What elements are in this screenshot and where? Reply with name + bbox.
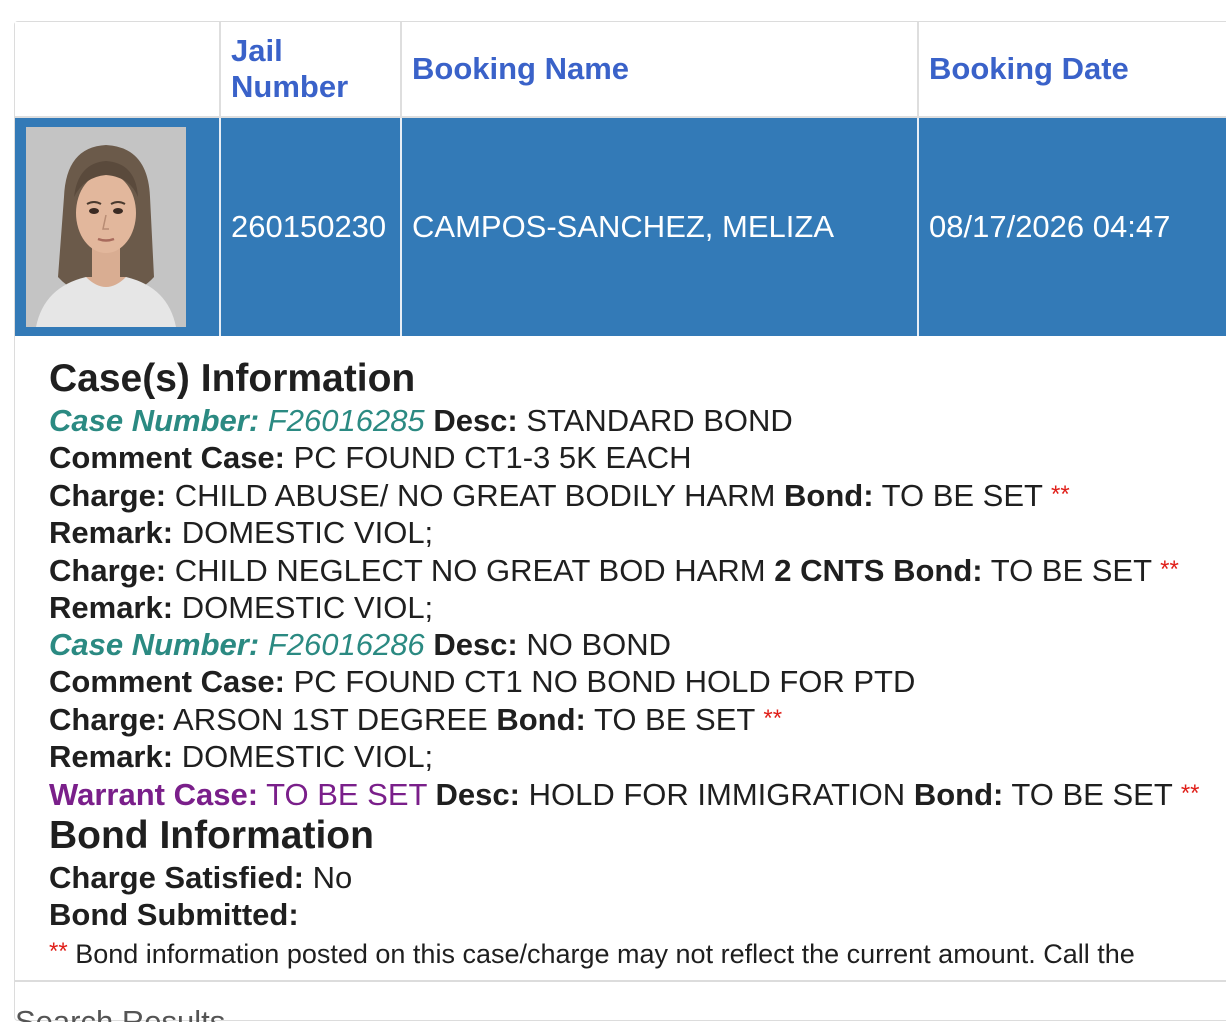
- booking-date-cell: 08/17/2026 04:47: [918, 117, 1226, 336]
- case-line: Case Number: F26016285 Desc: STANDARD BO…: [49, 402, 1226, 439]
- comment-label: Comment Case:: [49, 440, 285, 475]
- charge-satisfied-line: Charge Satisfied: No: [49, 859, 1226, 896]
- bond-label: Bond:: [893, 553, 983, 588]
- booking-photo[interactable]: [26, 127, 186, 327]
- bond-value: TO BE SET: [881, 478, 1043, 513]
- charge-label: Charge:: [49, 553, 167, 588]
- bond-note-marker: **: [763, 705, 783, 732]
- desc-value: NO BOND: [526, 627, 672, 662]
- charge-value: CHILD ABUSE/ NO GREAT BODILY HARM: [174, 478, 776, 513]
- charge-line: Charge: ARSON 1ST DEGREE Bond: TO BE SET…: [49, 700, 1226, 738]
- cases-title: Case(s) Information: [49, 357, 416, 400]
- bond-note-marker: **: [1180, 780, 1200, 807]
- bond-value: TO BE SET: [593, 702, 755, 737]
- remark-value: DOMESTIC VIOL;: [181, 590, 434, 625]
- charge-label: Charge:: [49, 702, 167, 737]
- warrant-case-value[interactable]: TO BE SET: [266, 777, 427, 812]
- booking-name-cell[interactable]: CAMPOS-SANCHEZ, MELIZA: [401, 117, 919, 336]
- booking-date-header[interactable]: Booking Date: [918, 22, 1226, 118]
- booking-name-header[interactable]: Booking Name: [401, 22, 919, 118]
- desc-value: HOLD FOR IMMIGRATION: [528, 777, 906, 812]
- case-number-label: Case Number:: [49, 627, 260, 662]
- bond-submitted-label: Bond Submitted:: [49, 897, 299, 932]
- table-header-row: Jail Number Booking Name Booking Date: [15, 22, 1226, 118]
- remark-line: Remark: DOMESTIC VIOL;: [49, 514, 1226, 551]
- case-number-label: Case Number:: [49, 403, 260, 438]
- bond-title: Bond Information: [49, 814, 374, 857]
- bond-label: Bond:: [496, 702, 586, 737]
- bond-submitted-line: Bond Submitted:: [49, 896, 1226, 933]
- remark-label: Remark:: [49, 515, 174, 550]
- comment-value: PC FOUND CT1-3 5K EACH: [293, 440, 692, 475]
- bond-note-text: Bond information posted on this case/cha…: [75, 939, 1135, 969]
- bond-value: TO BE SET: [1011, 777, 1173, 812]
- table-row[interactable]: 260150230 CAMPOS-SANCHEZ, MELIZA 08/17/2…: [15, 117, 1226, 336]
- remark-value: DOMESTIC VIOL;: [181, 739, 434, 774]
- photo-cell: [15, 117, 221, 336]
- bond-value: TO BE SET: [990, 553, 1152, 588]
- remark-value: DOMESTIC VIOL;: [181, 515, 434, 550]
- case-line: Case Number: F26016286 Desc: NO BOND: [49, 626, 1226, 663]
- comment-value: PC FOUND CT1 NO BOND HOLD FOR PTD: [293, 664, 916, 699]
- desc-label: Desc:: [435, 777, 520, 812]
- bond-label: Bond:: [784, 478, 874, 513]
- remark-line: Remark: DOMESTIC VIOL;: [49, 738, 1226, 775]
- bond-note-line: ** Bond information posted on this case/…: [49, 933, 1226, 973]
- charge-satisfied-value: No: [312, 860, 353, 895]
- remark-label: Remark:: [49, 590, 174, 625]
- charge-label: Charge:: [49, 478, 167, 513]
- remark-label: Remark:: [49, 739, 174, 774]
- warrant-case-label: Warrant Case:: [49, 777, 259, 812]
- page: Jail Number Booking Name Booking Date 26…: [0, 0, 1226, 1022]
- photo-column-header: [15, 22, 221, 118]
- details-section: Case(s) Information Case Number: F260162…: [49, 356, 1226, 973]
- desc-label: Desc:: [433, 403, 518, 438]
- bond-label: Bond:: [913, 777, 1004, 812]
- charge-counts: 2 CNTS: [774, 553, 885, 588]
- case-number-link[interactable]: F26016286: [268, 627, 425, 662]
- desc-value: STANDARD BOND: [526, 403, 793, 438]
- bond-note-marker: **: [1051, 481, 1070, 508]
- charge-satisfied-label: Charge Satisfied:: [49, 860, 304, 895]
- desc-label: Desc:: [433, 627, 518, 662]
- comment-line: Comment Case: PC FOUND CT1-3 5K EACH: [49, 439, 1226, 476]
- comment-line: Comment Case: PC FOUND CT1 NO BOND HOLD …: [49, 663, 1226, 700]
- section-divider: [15, 980, 1226, 982]
- charge-line: Charge: CHILD NEGLECT NO GREAT BOD HARM …: [49, 551, 1226, 589]
- warrant-line: Warrant Case: TO BE SET Desc: HOLD FOR I…: [49, 775, 1226, 813]
- bond-note-marker: **: [1160, 556, 1179, 583]
- remark-line: Remark: DOMESTIC VIOL;: [49, 589, 1226, 626]
- case-number-link[interactable]: F26016285: [268, 403, 425, 438]
- bond-note-marker: **: [49, 938, 68, 965]
- charge-line: Charge: CHILD ABUSE/ NO GREAT BODILY HAR…: [49, 476, 1226, 514]
- charge-value: CHILD NEGLECT NO GREAT BOD HARM: [174, 553, 766, 588]
- comment-label: Comment Case:: [49, 664, 285, 699]
- booking-table: Jail Number Booking Name Booking Date 26…: [15, 22, 1226, 336]
- jail-number-cell[interactable]: 260150230: [220, 117, 402, 336]
- charge-value: ARSON 1ST DEGREE: [173, 702, 488, 737]
- jail-number-header[interactable]: Jail Number: [220, 22, 402, 118]
- search-results-label: Search Results: [15, 1004, 226, 1022]
